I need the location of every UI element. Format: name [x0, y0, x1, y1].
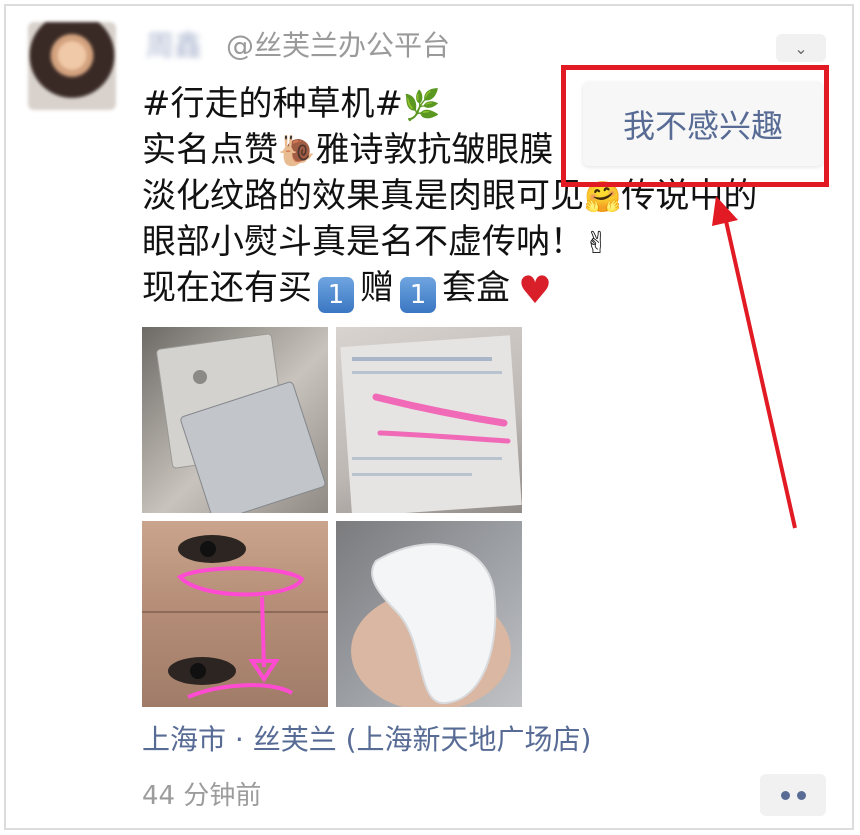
- post-photo-4[interactable]: [336, 521, 522, 707]
- text-line-1: #行走的种草机#: [142, 84, 403, 124]
- text-line-3b: 传说中的: [621, 176, 758, 216]
- hug-emoji: 🤗: [584, 180, 622, 215]
- post-timestamp: 44 分钟前: [142, 781, 262, 811]
- post-photo-1[interactable]: [142, 327, 328, 513]
- text-line-3a: 淡化纹路的效果真是肉眼可见: [142, 176, 584, 216]
- more-dots-icon: [780, 790, 790, 800]
- text-line-4: 眼部小熨斗真是名不虚传呐！: [142, 222, 584, 262]
- post-menu-button[interactable]: ⌄: [776, 34, 826, 62]
- author-name[interactable]: 周鑫: [146, 28, 202, 64]
- heart-emoji: ♥: [518, 268, 553, 312]
- location-link[interactable]: 上海市 · 丝芙兰 (上海新天地广场店): [142, 720, 591, 760]
- post-photo-2[interactable]: [336, 327, 522, 513]
- avatar[interactable]: [28, 22, 116, 110]
- chevron-down-icon: ⌄: [794, 38, 808, 58]
- text-line-5a: 现在还有买: [142, 268, 312, 308]
- more-dots-icon: [796, 790, 806, 800]
- victory-emoji: ✌: [584, 226, 610, 261]
- keycap-one-2: 1: [400, 277, 436, 313]
- snail-emoji: 🐌: [278, 134, 316, 169]
- leaf-emoji: 🌿: [402, 88, 441, 123]
- text-line-5b: 赠: [360, 268, 394, 308]
- post-photo-3[interactable]: [142, 521, 328, 707]
- text-line-2b: 雅诗敦抗皱眼膜: [315, 130, 554, 170]
- keycap-one-1: 1: [318, 277, 354, 313]
- author-handle: @丝芙兰办公平台: [226, 29, 451, 62]
- comment-like-button[interactable]: [760, 774, 826, 816]
- text-line-2a: 实名点赞: [142, 130, 278, 170]
- not-interested-menu-item[interactable]: 我不感兴趣: [583, 82, 823, 166]
- text-line-5c: 套盒: [442, 268, 510, 308]
